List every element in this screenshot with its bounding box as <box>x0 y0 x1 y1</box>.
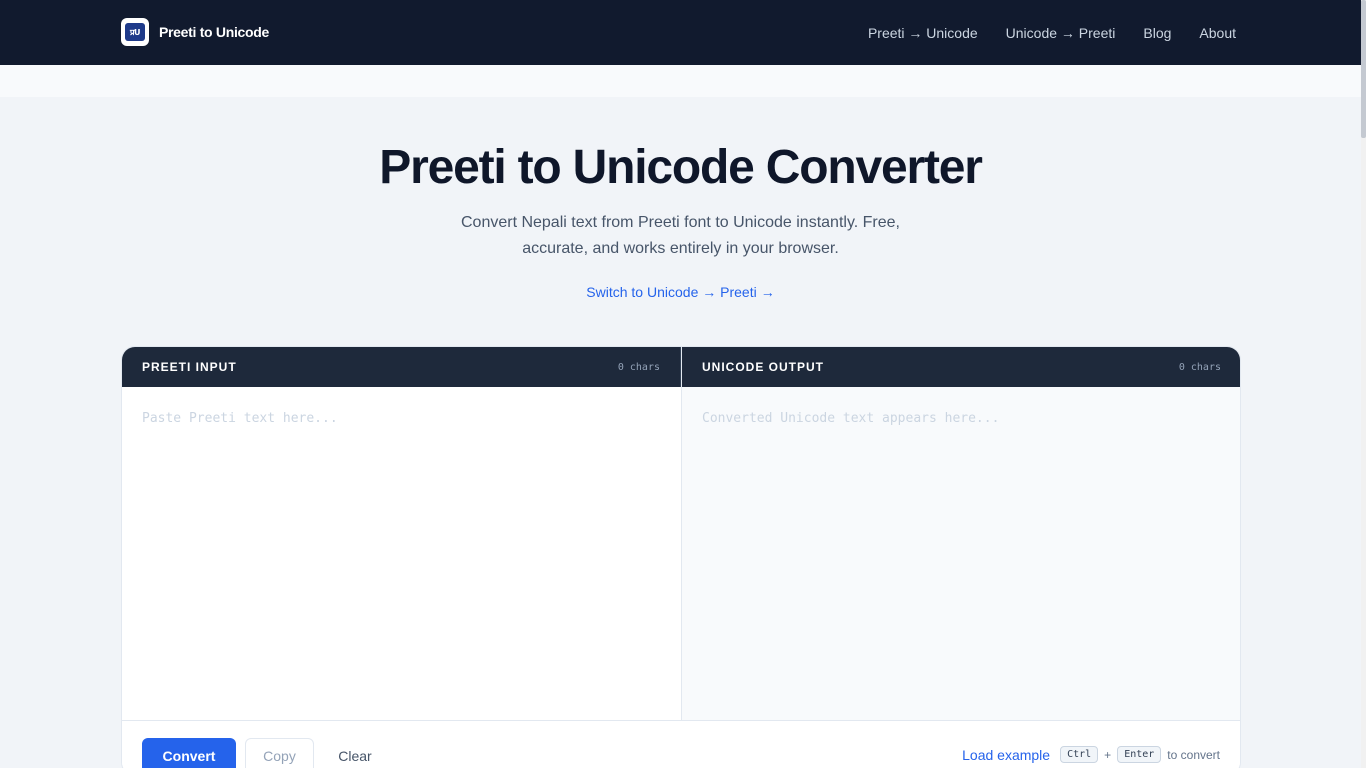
kbd-enter: Enter <box>1117 746 1162 763</box>
convert-button[interactable]: Convert <box>142 738 236 768</box>
nav-link-preeti-to-unicode[interactable]: Preeti → Unicode <box>868 25 978 41</box>
brand-name: Preeti to Unicode <box>159 24 270 40</box>
page-title: Preeti to Unicode Converter <box>379 141 983 194</box>
top-navbar: प्रU Preeti to Unicode Preeti → Unicode … <box>0 0 1361 65</box>
kbd-plus: + <box>1104 747 1112 762</box>
arrow-right-icon: → <box>760 284 775 300</box>
output-pane: UNICODE OUTPUT 0 chars Converted Unicode… <box>682 347 1240 721</box>
clear-button[interactable]: Clear <box>325 738 385 768</box>
brand-link[interactable]: प्रU Preeti to Unicode <box>121 18 269 46</box>
input-pane-header: PREETI INPUT 0 chars <box>122 347 681 387</box>
preeti-input-textarea[interactable] <box>122 387 681 721</box>
nav-link-blog[interactable]: Blog <box>1143 25 1171 41</box>
switch-direction-label[interactable]: Switch to Unicode → Preeti <box>586 284 756 300</box>
kbd-ctrl: Ctrl <box>1060 746 1099 763</box>
converter-panel: PREETI INPUT 0 chars UNICODE OUTPUT 0 ch… <box>121 346 1241 768</box>
output-pane-title: UNICODE OUTPUT <box>702 360 824 374</box>
page-subtitle: Convert Nepali text from Preeti font to … <box>460 214 900 257</box>
load-example-link[interactable]: Load example <box>962 747 1050 763</box>
shortcut-suffix: to convert <box>1167 747 1220 762</box>
input-char-count: 0 chars <box>617 361 660 373</box>
nav-link-about[interactable]: About <box>1199 25 1236 41</box>
logo-icon: प्रU <box>121 18 149 46</box>
logo-mark: प्रU <box>125 23 145 41</box>
switch-direction-link[interactable]: Switch to Unicode → Preeti → <box>0 284 1361 300</box>
scrollbar-thumb[interactable] <box>1361 0 1366 138</box>
action-bar: Convert Copy Clear Load example Ctrl + E… <box>122 720 1240 768</box>
page-scrollbar[interactable] <box>1361 0 1366 768</box>
input-pane-title: PREETI INPUT <box>142 360 237 374</box>
copy-button[interactable]: Copy <box>245 738 314 768</box>
output-char-count: 0 chars <box>1178 361 1221 373</box>
nav-link-unicode-to-preeti[interactable]: Unicode → Preeti <box>1006 25 1116 41</box>
sub-header-strip <box>0 65 1361 97</box>
unicode-output-area[interactable]: Converted Unicode text appears here... <box>682 387 1240 721</box>
shortcut-hint: Load example Ctrl + Enter to convert <box>962 746 1220 763</box>
input-pane: PREETI INPUT 0 chars <box>122 347 682 721</box>
output-pane-header: UNICODE OUTPUT 0 chars <box>682 347 1240 387</box>
nav-links: Preeti → Unicode Unicode → Preeti Blog A… <box>868 0 1236 65</box>
